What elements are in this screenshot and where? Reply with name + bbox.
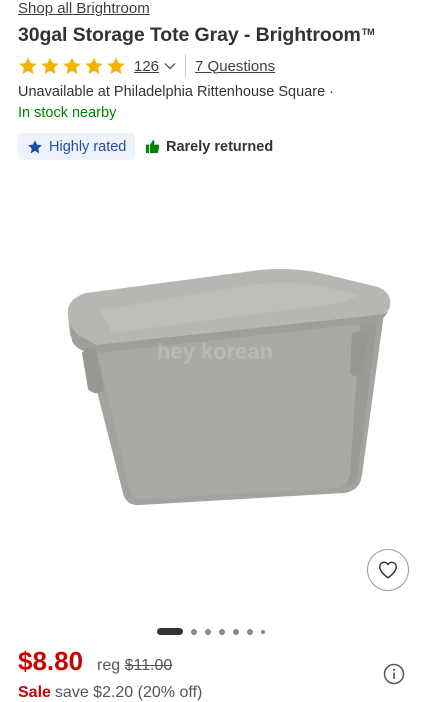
carousel-dot[interactable]: [219, 628, 225, 635]
savings-text: save $2.20 (20% off): [54, 684, 203, 701]
sale-info: Sale save $2.20 (20% off): [18, 684, 202, 702]
rating-divider: [185, 54, 187, 78]
info-icon[interactable]: [383, 663, 405, 685]
stock-status: In stock nearby: [18, 105, 117, 121]
rating-row: 126 7 Questions: [18, 54, 275, 78]
star-icon: [85, 57, 103, 74]
questions-link[interactable]: 7 Questions: [195, 58, 275, 75]
carousel-dot[interactable]: [233, 628, 239, 635]
regular-price: reg $11.00: [97, 657, 172, 675]
star-icon: [107, 57, 125, 74]
image-watermark: hey korean: [157, 339, 273, 364]
favorite-button[interactable]: [367, 549, 409, 591]
carousel-dot[interactable]: [205, 628, 211, 635]
regular-price-value: $11.00: [124, 657, 173, 674]
regular-price-prefix: reg: [97, 657, 121, 674]
thumbs-up-icon: [145, 140, 160, 154]
store-availability: Unavailable at Philadelphia Rittenhouse …: [18, 84, 334, 100]
trademark-mark: TM: [361, 27, 375, 37]
current-price: $8.80: [18, 646, 84, 676]
rarely-returned-label: Rarely returned: [166, 138, 274, 155]
product-title-text: 30gal Storage Tote Gray - Brightroom: [18, 24, 361, 46]
rarely-returned-badge: Rarely returned: [145, 133, 273, 160]
carousel-dot[interactable]: [191, 628, 197, 635]
highly-rated-badge: Highly rated: [18, 133, 136, 160]
highly-rated-label: Highly rated: [49, 138, 127, 155]
carousel-dot-active[interactable]: [157, 628, 183, 635]
product-title: 30gal Storage Tote Gray - BrightroomTM: [18, 24, 375, 47]
carousel-dot[interactable]: [261, 629, 265, 634]
shop-all-brand-link[interactable]: Shop all Brightroom: [18, 0, 150, 18]
heart-icon: [379, 561, 397, 579]
star-icon: [28, 139, 42, 153]
star-icon: [63, 57, 81, 74]
star-rating[interactable]: [18, 56, 126, 76]
carousel-dot[interactable]: [247, 628, 253, 635]
image-carousel-indicator[interactable]: [157, 628, 265, 635]
chevron-down-icon[interactable]: [163, 59, 177, 73]
review-count-link[interactable]: 126: [134, 58, 159, 75]
sale-label: Sale: [18, 684, 51, 701]
star-icon: [41, 57, 59, 74]
product-image[interactable]: hey korean: [0, 175, 433, 615]
star-icon: [19, 57, 37, 74]
